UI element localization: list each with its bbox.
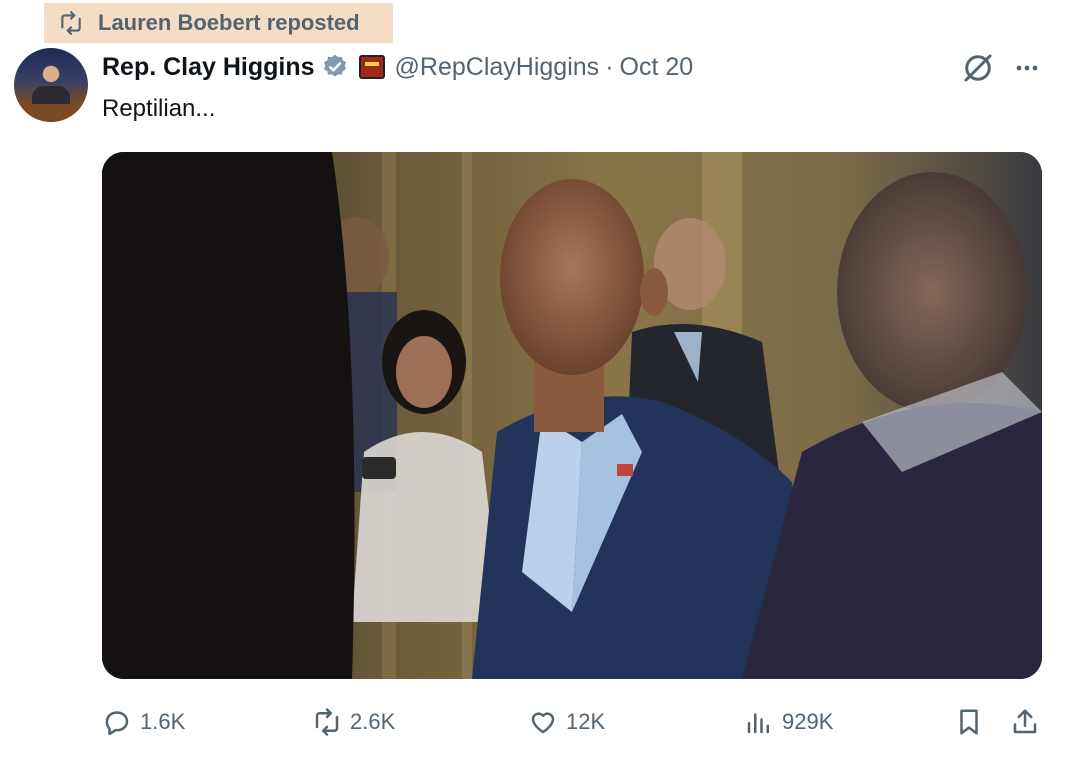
avatar-desk — [14, 104, 88, 122]
photo-scene — [102, 152, 1042, 679]
tweet-actions: 1.6K 2.6K 12K 929K — [102, 698, 1042, 746]
bookmark-icon — [960, 709, 978, 735]
affiliation-badge-icon[interactable] — [358, 55, 385, 79]
like-button[interactable]: 12K — [528, 698, 605, 746]
like-count: 12K — [566, 709, 606, 734]
tweet-date[interactable]: Oct 20 — [620, 53, 694, 82]
reply-icon — [105, 711, 129, 736]
repost-context[interactable]: Lauren Boebert reposted — [44, 3, 393, 43]
avatar[interactable] — [14, 48, 88, 122]
share-button[interactable] — [1010, 698, 1040, 746]
verified-badge-icon[interactable] — [321, 53, 349, 81]
separator-dot: · — [605, 52, 614, 81]
tweet-header: Rep. Clay Higgins @RepClayHiggins · Oct … — [102, 51, 693, 83]
reply-count: 1.6K — [140, 709, 186, 734]
share-icon — [1013, 709, 1037, 734]
bookmark-button[interactable] — [954, 698, 984, 746]
view-count: 929K — [782, 709, 834, 734]
views-button[interactable]: 929K — [744, 698, 833, 746]
repost-button[interactable]: 2.6K — [312, 698, 395, 746]
author-handle[interactable]: @RepClayHiggins — [395, 53, 600, 82]
reply-button[interactable]: 1.6K — [102, 698, 185, 746]
repost-label: Lauren Boebert reposted — [98, 10, 360, 35]
repost-count: 2.6K — [350, 709, 396, 734]
tweet-text: Reptilian... — [102, 95, 216, 122]
grok-icon[interactable] — [960, 50, 996, 86]
more-options-icon[interactable] — [1012, 56, 1042, 80]
tweet-photo[interactable] — [102, 152, 1042, 679]
repost-icon — [61, 11, 81, 35]
author-name[interactable]: Rep. Clay Higgins — [102, 53, 315, 82]
repost-icon — [315, 708, 339, 736]
analytics-icon — [747, 713, 769, 734]
heart-icon — [531, 712, 555, 734]
